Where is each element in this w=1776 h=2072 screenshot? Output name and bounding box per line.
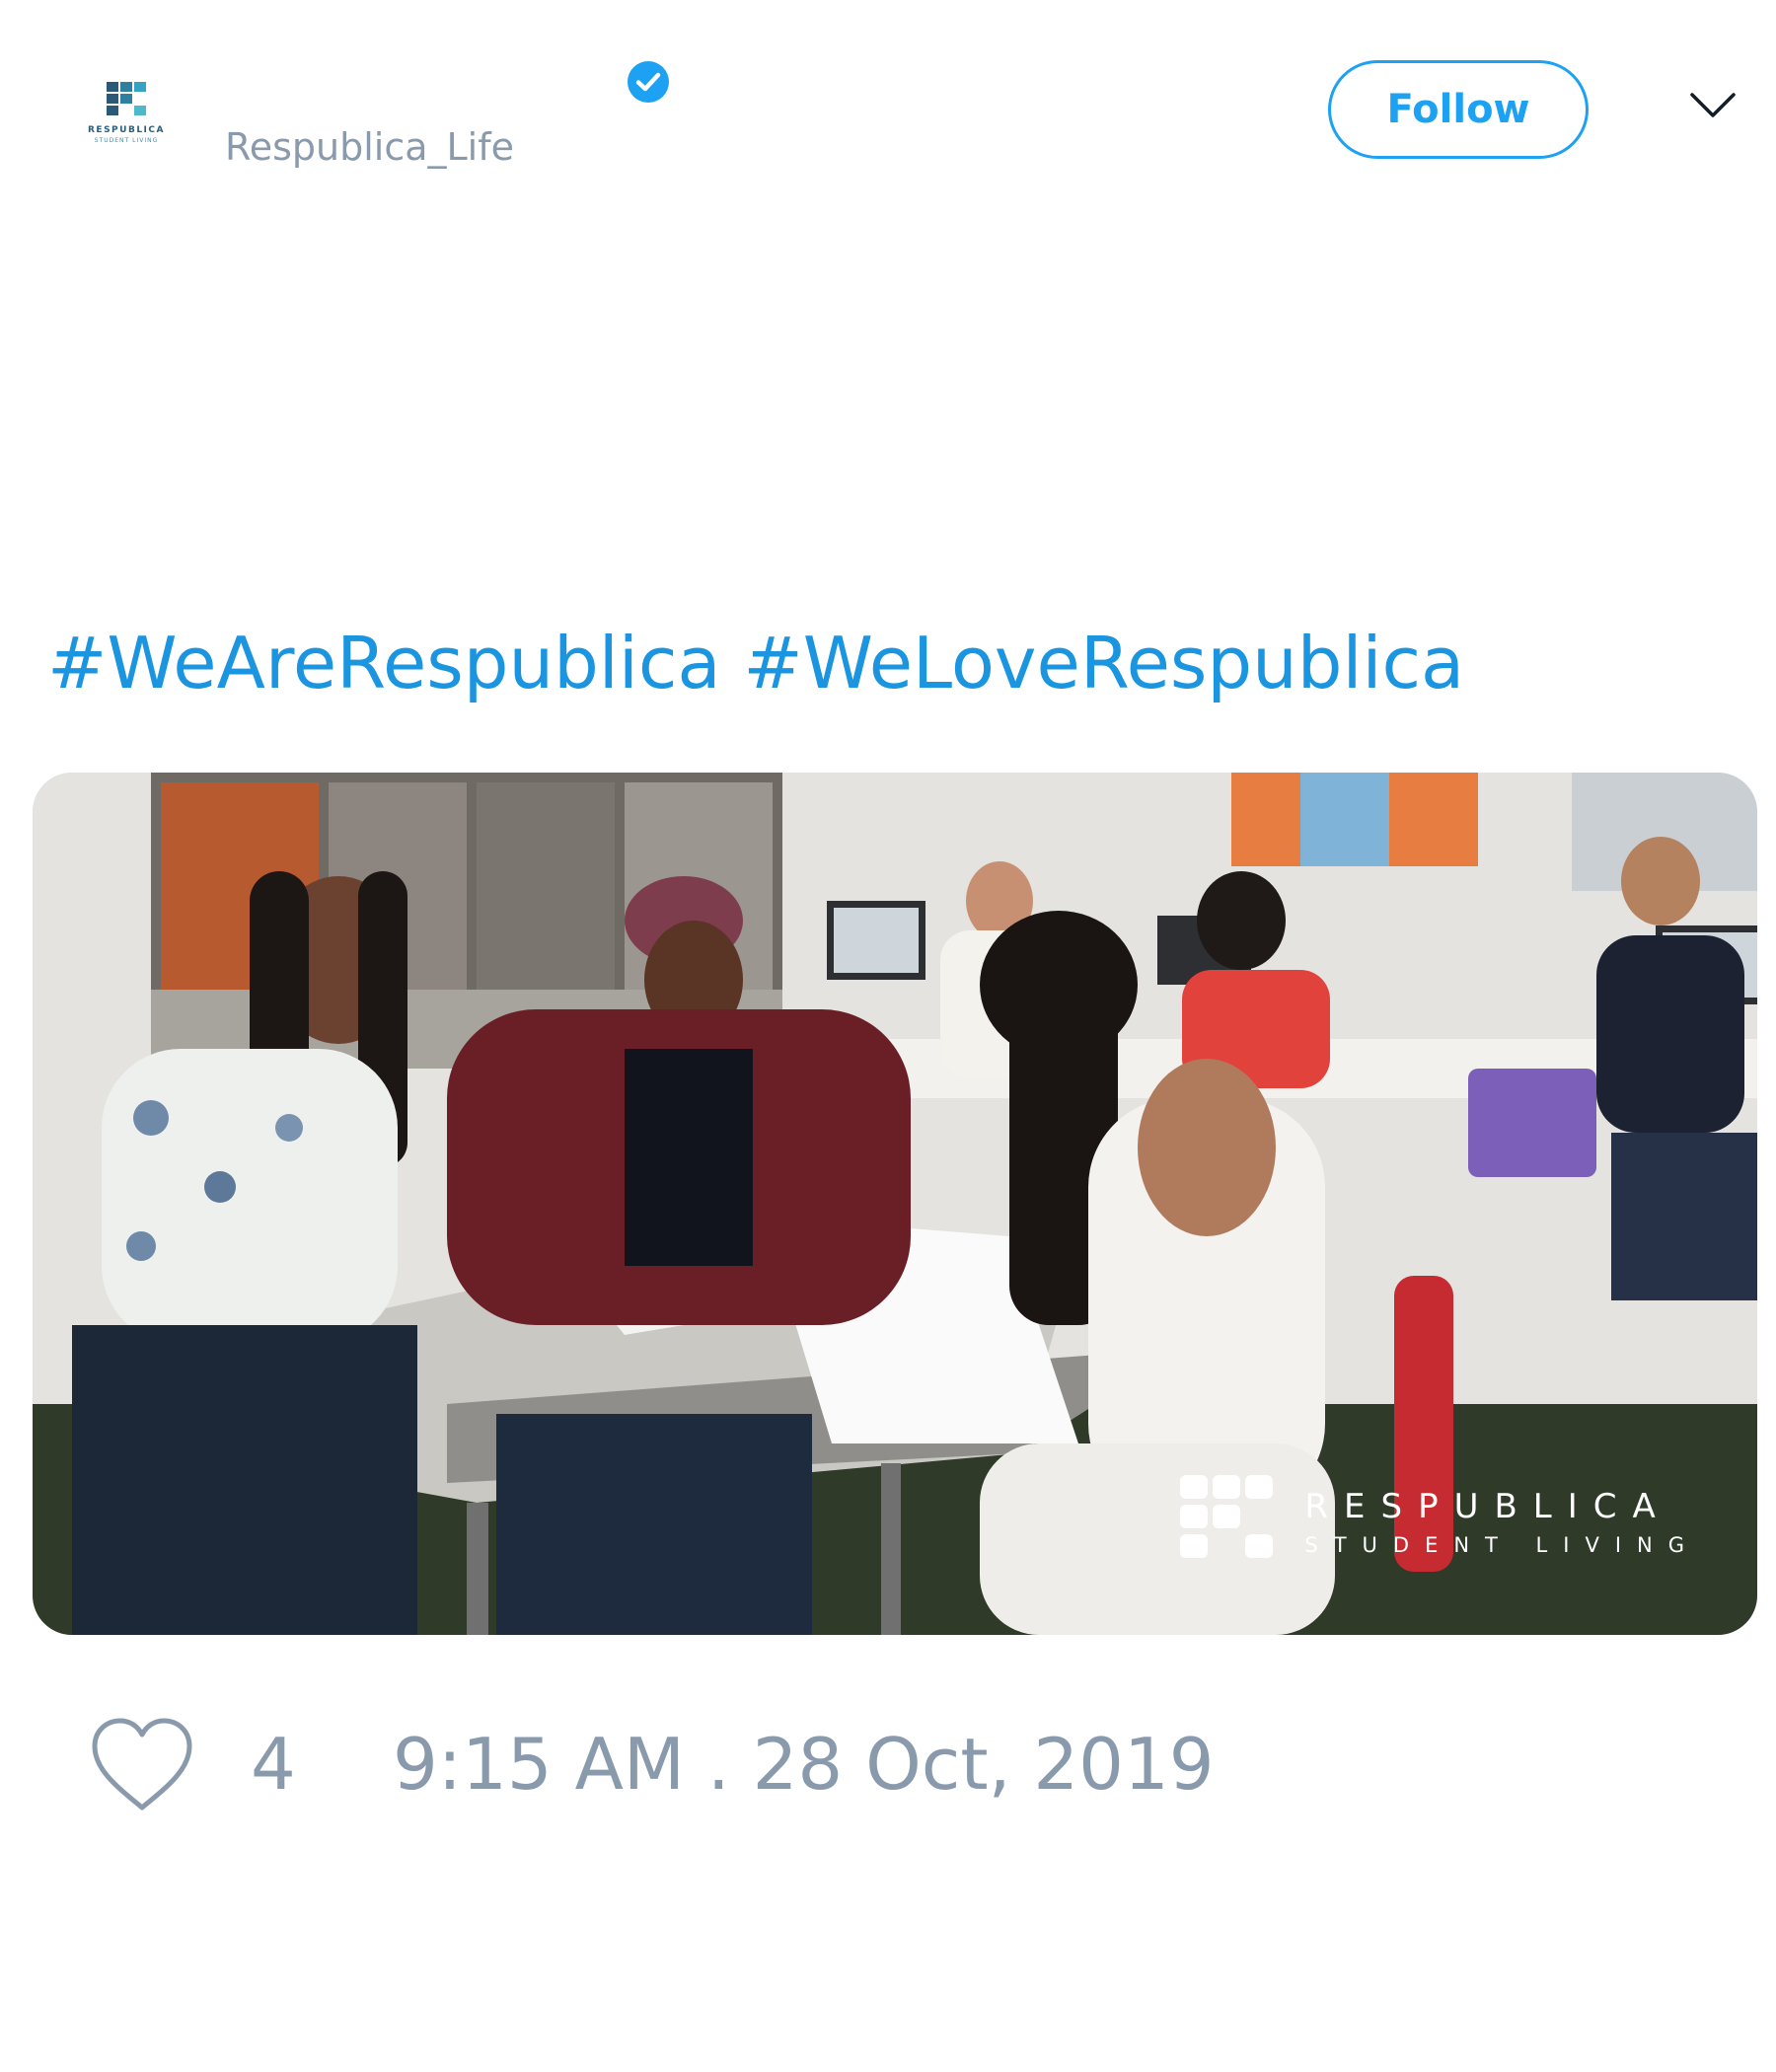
tweet-photo[interactable]: RESPUBLICA STUDENT LIVING <box>33 773 1757 1635</box>
author-handle[interactable]: Respublica_Life <box>225 128 514 166</box>
watermark-brand-subtext: STUDENT LIVING <box>1304 1532 1700 1557</box>
like-count: 4 <box>251 1723 296 1806</box>
verified-badge-icon <box>628 61 669 103</box>
watermark-brand-name: RESPUBLICA <box>1304 1486 1671 1526</box>
avatar-logo-text: RESPUBLICA <box>88 124 165 135</box>
follow-button[interactable]: Follow <box>1328 60 1589 159</box>
chevron-down-icon[interactable] <box>1689 91 1737 120</box>
hashtag-we-are-respublica[interactable]: #WeAreRespublica <box>47 622 721 704</box>
photo-watermark: RESPUBLICA STUDENT LIVING <box>1178 1473 1700 1572</box>
respublica-logo-icon <box>107 81 146 115</box>
respublica-watermark-logo-icon <box>1180 1475 1274 1558</box>
avatar-logo-subtext: STUDENT LIVING <box>94 136 159 144</box>
avatar[interactable]: RESPUBLICA STUDENT LIVING <box>47 37 205 185</box>
tweet-timestamp[interactable]: 9:15 AM . 28 Oct, 2019 <box>393 1729 1215 1800</box>
tweet-text: #WeAreRespublica #WeLoveRespublica <box>47 628 1464 699</box>
heart-icon[interactable] <box>89 1715 195 1813</box>
hashtag-we-love-respublica[interactable]: #WeLoveRespublica <box>743 622 1464 704</box>
